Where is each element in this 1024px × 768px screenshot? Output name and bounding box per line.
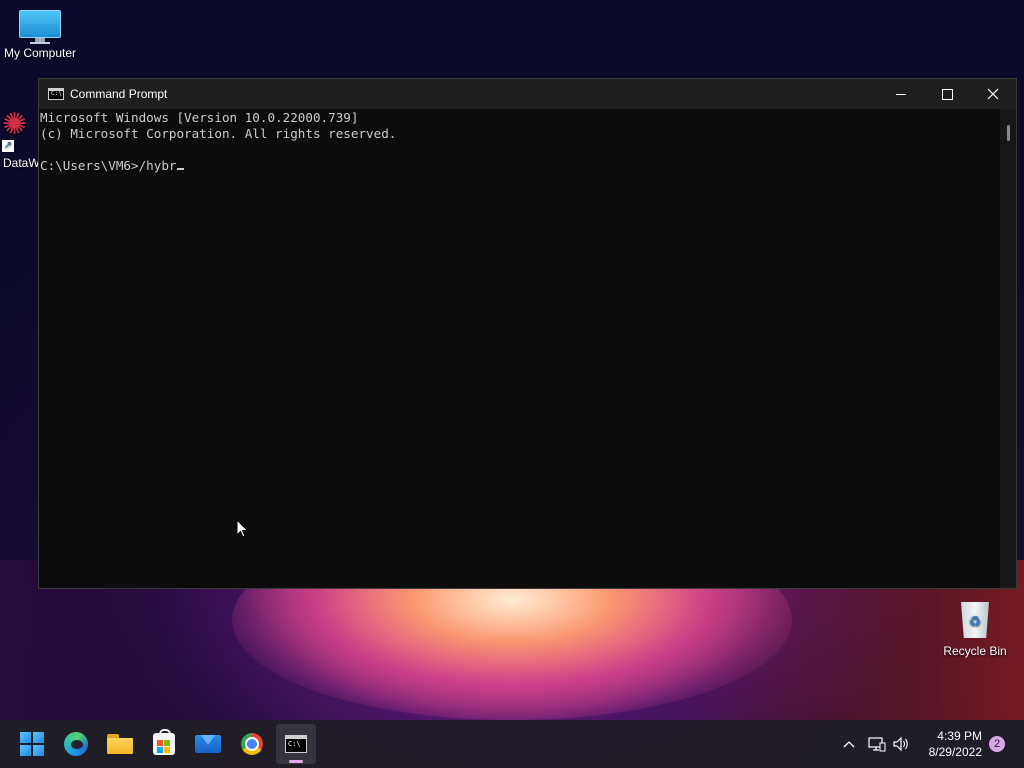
maximize-icon [941, 88, 953, 100]
desktop-icon-label: Recycle Bin [943, 644, 1007, 658]
desktop-icon-recycle-bin[interactable]: ♻ Recycle Bin [940, 598, 1010, 658]
taskbar-command-prompt[interactable]: C:\ [276, 724, 316, 764]
file-explorer-icon [107, 734, 133, 754]
scrollbar-thumb[interactable] [1007, 125, 1010, 141]
taskbar: C:\ 4:39 PM 8/29/2022 2 [0, 720, 1024, 768]
clock-time: 4:39 PM [937, 729, 982, 743]
desktop-icon-label: DataW [3, 156, 40, 170]
recycle-bin-icon: ♻ [959, 598, 991, 640]
taskbar-microsoft-store[interactable] [144, 724, 184, 764]
taskbar-edge[interactable] [56, 724, 96, 764]
desktop-icon-dataw[interactable]: ✺ ↗ DataW [2, 108, 40, 170]
maximize-button[interactable] [924, 79, 970, 109]
speaker-icon [893, 736, 908, 752]
active-app-indicator [289, 760, 303, 763]
command-input[interactable]: C:\Users\VM6>/hybr [40, 158, 176, 173]
window-titlebar[interactable]: C:\ Command Prompt [39, 79, 1016, 109]
cmd-window-icon: C:\ [48, 88, 64, 100]
windows-logo-icon [20, 732, 44, 756]
console-line: ​ [40, 142, 1000, 158]
system-tray [838, 720, 912, 768]
taskbar-file-explorer[interactable] [100, 724, 140, 764]
window-controls [878, 79, 1016, 109]
console-scrollbar[interactable] [1000, 109, 1016, 588]
desktop-icon-my-computer[interactable]: My Computer [2, 10, 78, 60]
minimize-button[interactable] [878, 79, 924, 109]
clock-date: 8/29/2022 [928, 745, 982, 759]
dataw-app-icon: ✺ ↗ [2, 108, 28, 152]
taskbar-clock[interactable]: 4:39 PM 8/29/2022 [929, 728, 982, 760]
network-icon [868, 737, 886, 752]
console-prompt-line: C:\Users\VM6>/hybr [40, 158, 1000, 174]
notification-badge[interactable]: 2 [989, 736, 1005, 752]
text-cursor [177, 168, 185, 170]
window-title: Command Prompt [70, 87, 168, 101]
desktop-icon-label: My Computer [3, 46, 77, 60]
console-line: Microsoft Windows [Version 10.0.22000.73… [40, 110, 359, 125]
edge-icon [64, 732, 88, 756]
network-button[interactable] [866, 733, 888, 755]
chevron-up-icon [843, 741, 855, 748]
console-line: (c) Microsoft Corporation. All rights re… [40, 126, 397, 141]
mail-icon [195, 735, 221, 753]
minimize-icon [896, 93, 906, 95]
command-prompt-icon: C:\ [285, 735, 307, 753]
command-prompt-window[interactable]: C:\ Command Prompt Microsoft Windows [Ve… [38, 78, 1017, 589]
computer-icon [19, 10, 61, 44]
console-output[interactable]: Microsoft Windows [Version 10.0.22000.73… [39, 109, 1000, 588]
close-icon [987, 88, 999, 100]
close-button[interactable] [970, 79, 1016, 109]
microsoft-store-icon [153, 729, 175, 755]
show-hidden-icons-button[interactable] [838, 733, 860, 755]
taskbar-mail[interactable] [188, 724, 228, 764]
chrome-icon [241, 733, 263, 755]
taskbar-chrome[interactable] [232, 724, 272, 764]
start-button[interactable] [12, 724, 52, 764]
shortcut-arrow-icon: ↗ [2, 140, 14, 152]
volume-button[interactable] [890, 733, 912, 755]
